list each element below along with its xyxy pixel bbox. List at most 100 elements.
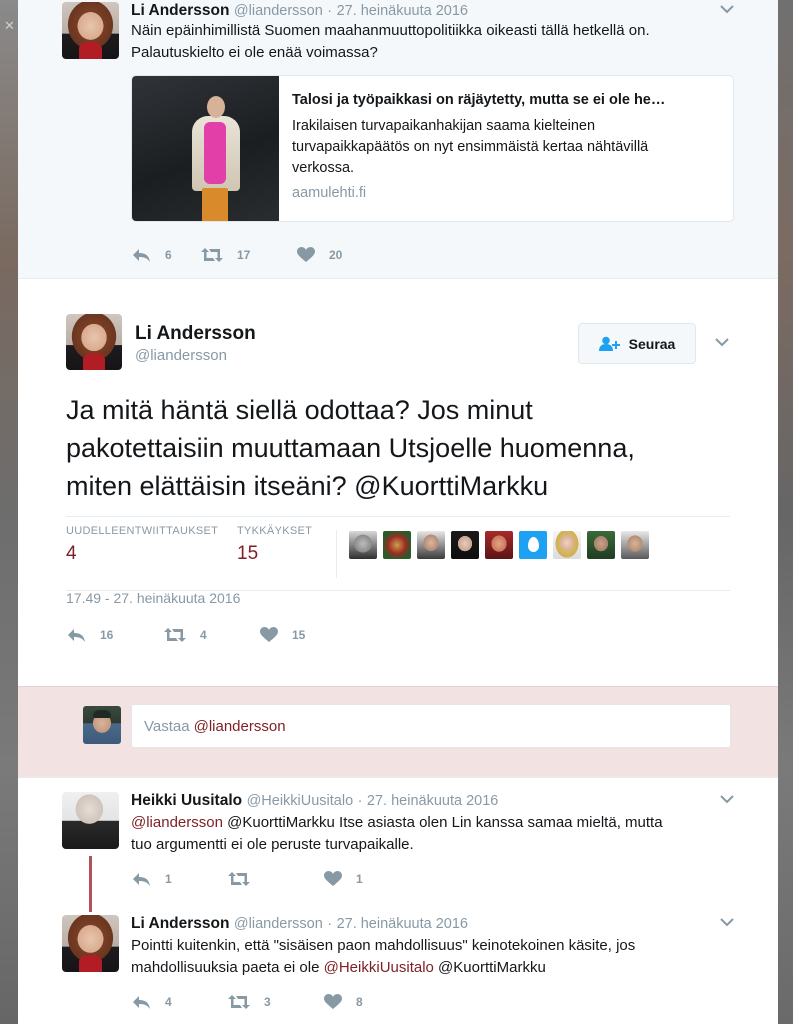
follow-label: Seuraa [628, 335, 676, 352]
author-handle[interactable]: @liandersson [234, 916, 323, 932]
tweet-actions: 4 3 8 [131, 994, 404, 1010]
link-card[interactable]: Talosi ja työpaikkasi on räjäytetty, mut… [131, 75, 734, 222]
main-tweet: Li Andersson @liandersson Seuraa Ja mitä… [18, 279, 778, 686]
like-button[interactable]: 20 [297, 247, 377, 263]
close-icon[interactable]: ✕ [4, 18, 15, 34]
likes-value: 15 [237, 543, 259, 564]
author-handle[interactable]: @HeikkiUusitalo [247, 793, 354, 809]
mention-link[interactable]: @liandersson [131, 814, 223, 831]
meta-dot: · [327, 916, 333, 932]
follow-button[interactable]: Seuraa [578, 323, 696, 364]
likes-stat[interactable]: TYKKÄYKSET 15 [237, 525, 312, 565]
card-desc-line: verkossa. [292, 160, 355, 176]
retweet-button[interactable] [228, 871, 324, 887]
tweet-text-line: miten elättäisin itseäni? @KuorttiMarkku [66, 467, 746, 505]
liker-avatar[interactable] [451, 531, 479, 559]
tweet-actions: 1 1 [131, 871, 404, 887]
card-image [132, 76, 279, 221]
reply-button[interactable]: 1 [131, 871, 228, 887]
reply-button[interactable]: 6 [131, 247, 201, 263]
reply-input[interactable]: Vastaa @liandersson [131, 704, 731, 748]
card-title: Talosi ja työpaikkasi on räjäytetty, mut… [292, 92, 666, 108]
tweet-text-part: miten elättäisin itseäni? [66, 471, 355, 501]
egg-icon [528, 537, 539, 552]
retweets-stat[interactable]: UUDELLEENTWIITTAUKSET 4 [66, 525, 218, 565]
tweet-stats: UUDELLEENTWIITTAUKSET 4 TYKKÄYKSET 15 [66, 516, 730, 591]
card-description: Irakilaisen turvapaikanhakijan saama kie… [292, 116, 722, 179]
author-name[interactable]: Li Andersson [131, 2, 229, 19]
like-button[interactable]: 8 [324, 994, 404, 1010]
heart-icon [260, 627, 278, 643]
retweet-button[interactable]: 3 [228, 994, 324, 1010]
heart-icon [324, 994, 342, 1010]
retweet-button[interactable]: 17 [201, 247, 297, 263]
reply-tweet[interactable]: Li Andersson @liandersson · 27. heinäkuu… [18, 912, 778, 1024]
reply-icon [131, 871, 151, 887]
reply-placeholder-mention: @liandersson [193, 717, 286, 735]
likes-label: TYKKÄYKSET [237, 525, 313, 537]
tweet-text-line: Palautuskielto ei ole enää voimassa? [131, 44, 378, 61]
reply-button[interactable]: 16 [66, 627, 164, 643]
liker-avatar[interactable] [519, 531, 547, 559]
tweet-text-line: @liandersson @KuorttiMarkku Itse asiasta… [131, 812, 751, 834]
tweet-date[interactable]: 27. heinäkuuta 2016 [367, 793, 498, 809]
avatar[interactable] [66, 314, 122, 370]
retweet-button[interactable]: 4 [164, 627, 260, 643]
liker-avatar[interactable] [587, 531, 615, 559]
liker-avatar[interactable] [383, 531, 411, 559]
liker-avatar[interactable] [417, 531, 445, 559]
card-image-figure-shirt [204, 122, 226, 184]
avatar[interactable] [62, 2, 119, 59]
liker-avatar[interactable] [621, 531, 649, 559]
retweet-icon [228, 871, 250, 887]
author-handle[interactable]: @liandersson [135, 347, 256, 364]
mention-link[interactable]: @KuorttiMarkku [354, 471, 548, 501]
tweet-modal: Li Andersson @liandersson · 27. heinäkuu… [18, 0, 778, 1024]
author-handle[interactable]: @liandersson [234, 3, 323, 19]
reply-count: 1 [165, 872, 172, 886]
tweet-text-line: mahdollisuuksia paeta ei ole @HeikkiUusi… [131, 957, 751, 979]
liker-avatar[interactable] [349, 531, 377, 559]
retweet-count: 3 [264, 995, 271, 1009]
author-name[interactable]: Li Andersson [131, 915, 229, 932]
tweet-text-line: tuo argumentti ei ole peruste turvapaika… [131, 836, 414, 853]
liker-avatar[interactable] [485, 531, 513, 559]
tweet-text-line: Näin epäinhimillistä Suomen maahanmuutto… [131, 22, 650, 39]
tweet-text: Näin epäinhimillistä Suomen maahanmuutto… [131, 20, 741, 64]
chevron-down-icon[interactable] [720, 5, 734, 15]
tweet-text-part: @KuorttiMarkku Itse asiasta olen Lin kan… [222, 814, 663, 831]
liker-avatar[interactable] [553, 531, 581, 559]
retweet-count: 4 [200, 628, 207, 642]
retweet-icon [164, 627, 186, 643]
tweet-text: @liandersson @KuorttiMarkku Itse asiasta… [131, 812, 751, 856]
like-count: 8 [356, 995, 363, 1009]
parent-tweet[interactable]: Li Andersson @liandersson · 27. heinäkuu… [18, 0, 778, 279]
like-button[interactable]: 15 [260, 627, 340, 643]
card-body: Talosi ja työpaikkasi on räjäytetty, mut… [292, 90, 722, 201]
avatar [83, 706, 121, 744]
like-count: 15 [292, 628, 306, 642]
author-name[interactable]: Li Andersson [135, 323, 256, 345]
follow-user-icon [598, 336, 621, 352]
tweet-date[interactable]: 27. heinäkuuta 2016 [337, 916, 468, 932]
like-count: 20 [329, 248, 343, 262]
chevron-down-icon[interactable] [720, 795, 734, 805]
avatar[interactable] [62, 792, 119, 849]
reply-count: 6 [165, 248, 172, 262]
mention-link[interactable]: @HeikkiUusitalo [324, 959, 434, 976]
like-button[interactable]: 1 [324, 871, 404, 887]
author-name[interactable]: Heikki Uusitalo [131, 792, 242, 809]
chevron-down-icon[interactable] [720, 918, 734, 928]
tweet-date[interactable]: 27. heinäkuuta 2016 [337, 3, 468, 19]
reply-button[interactable]: 4 [131, 994, 228, 1010]
thread-line [89, 856, 92, 912]
card-desc-line: turvapaikkapäätös on nyt ensimmäistä ker… [292, 139, 649, 155]
reply-tweet[interactable]: Heikki Uusitalo @HeikkiUusitalo · 27. he… [18, 789, 778, 899]
avatar[interactable] [62, 915, 119, 972]
tweet-timestamp[interactable]: 17.49 - 27. heinäkuuta 2016 [66, 590, 240, 606]
chevron-down-icon[interactable] [715, 338, 729, 348]
tweet-text-part: @KuorttiMarkku [433, 959, 546, 976]
stats-divider [336, 530, 337, 578]
main-tweet-author: Li Andersson @liandersson [135, 323, 256, 364]
tweet-text-line: pakotettaisiin muuttamaan Utsjoelle huom… [66, 433, 635, 463]
